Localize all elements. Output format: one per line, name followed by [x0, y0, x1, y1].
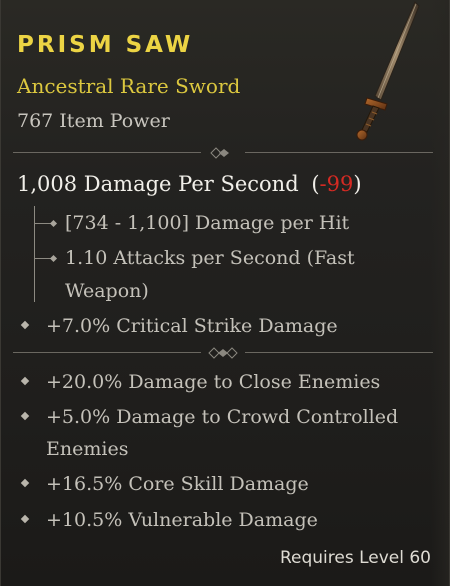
sword-icon	[356, 1, 420, 141]
affix: +10.5% Vulnerable Damage	[46, 509, 318, 531]
implicit-affix: +7.0% Critical Strike Damage	[46, 315, 338, 337]
stat-bullet-icon	[49, 254, 58, 263]
section-divider	[13, 347, 433, 359]
affix-cont: Enemies	[46, 438, 129, 460]
item-type: Ancestral Rare Sword	[17, 74, 241, 98]
diamond-bullet-icon	[20, 514, 30, 524]
tooltip-edge	[431, 0, 449, 586]
attacks-per-second-cont: Weapon)	[65, 280, 149, 302]
dps-close-paren: )	[353, 172, 362, 196]
item-tooltip: PRISM SAW Ancestral Rare Sword 767 Item …	[0, 0, 450, 586]
attacks-per-second: 1.10 Attacks per Second (Fast	[65, 247, 355, 269]
affix: +5.0% Damage to Crowd Controlled	[46, 406, 399, 428]
dps-label: 1,008 Damage Per Second	[17, 172, 299, 196]
diamond-bullet-icon	[20, 411, 30, 421]
diamond-bullet-icon	[20, 376, 30, 386]
level-requirement: Requires Level 60	[279, 548, 431, 568]
dps-open-paren: (	[311, 172, 320, 196]
section-divider	[13, 147, 433, 159]
stat-bullet-icon	[49, 219, 58, 228]
item-name: PRISM SAW	[17, 32, 194, 58]
stat-bracket	[34, 206, 35, 302]
damage-per-hit: [734 - 1,100] Damage per Hit	[65, 212, 350, 234]
affix: +20.0% Damage to Close Enemies	[46, 371, 381, 393]
diamond-bullet-icon	[20, 320, 30, 330]
diamond-bullet-icon	[20, 478, 30, 488]
dps-delta: -99	[319, 172, 354, 196]
affix: +16.5% Core Skill Damage	[46, 473, 309, 495]
item-power: 767 Item Power	[17, 110, 170, 132]
damage-per-second: 1,008 Damage Per Second (-99)	[17, 172, 362, 196]
